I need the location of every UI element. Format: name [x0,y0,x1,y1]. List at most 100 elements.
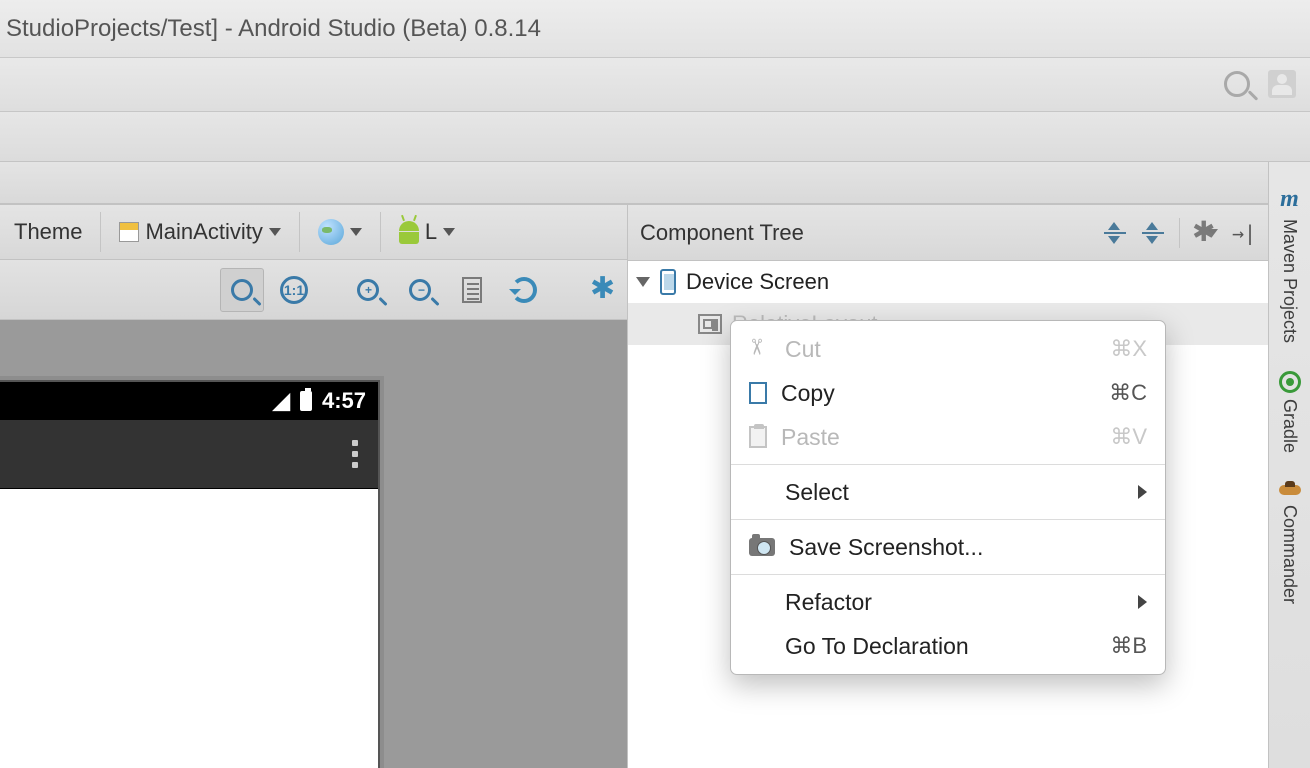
context-paste: Paste ⌘V [731,415,1165,459]
menu-separator [731,519,1165,520]
context-cut: Cut ⌘X [731,327,1165,371]
context-goto-declaration[interactable]: Go To Declaration ⌘B [731,624,1165,668]
zoom-out-icon: − [409,279,431,301]
gear-icon [1194,221,1204,245]
tree-node-label: Device Screen [686,269,829,295]
window-title: StudioProjects/Test] - Android Studio (B… [6,15,541,43]
zoom-fit-button[interactable] [220,268,264,312]
collapse-all-button[interactable] [1141,221,1165,245]
context-paste-shortcut: ⌘V [1110,424,1147,450]
component-tree-title: Component Tree [640,220,804,246]
component-tree-header: Component Tree →| [628,205,1268,261]
separator [100,212,101,252]
commander-label: Commander [1279,505,1300,604]
zoom-actual-button[interactable]: 1:1 [272,268,316,312]
search-icon[interactable] [1224,71,1250,97]
maven-icon: m [1280,186,1299,213]
context-goto-label: Go To Declaration [785,633,1096,660]
activity-swatch-icon [119,222,139,242]
gear-icon [592,277,618,303]
layout-container-icon [698,314,722,334]
context-select-label: Select [785,479,1124,506]
tree-settings-button[interactable] [1194,221,1218,245]
tertiary-toolbar [0,162,1310,204]
separator [1179,218,1180,248]
paste-icon [749,426,767,448]
theme-picker[interactable]: Theme [8,215,88,249]
document-icon [462,277,482,303]
main-toolbar [0,58,1310,112]
context-copy-shortcut: ⌘C [1109,380,1147,406]
tree-node-device-screen[interactable]: Device Screen [628,261,1268,303]
zoom-in-button[interactable]: + [346,268,390,312]
context-screenshot-label: Save Screenshot... [789,534,1147,561]
window-titlebar: StudioProjects/Test] - Android Studio (B… [0,0,1310,58]
hide-panel-button[interactable]: →| [1232,221,1256,245]
camera-icon [749,538,775,556]
separator [380,212,381,252]
context-copy-label: Copy [781,380,1095,407]
context-menu: Cut ⌘X Copy ⌘C Paste ⌘V Select Save Scre… [730,320,1166,675]
menu-separator [731,574,1165,575]
expand-all-icon [1104,222,1126,244]
context-paste-label: Paste [781,424,1096,451]
refresh-button[interactable] [502,268,546,312]
collapse-all-icon [1142,222,1164,244]
expand-all-button[interactable] [1103,221,1127,245]
layout-captions-button[interactable] [450,268,494,312]
gradle-icon [1279,371,1301,393]
context-cut-shortcut: ⌘X [1110,336,1147,362]
chevron-down-icon [269,228,281,236]
cut-icon [749,338,771,360]
device-frame: ◢ 4:57 [0,380,380,768]
activity-label: MainActivity [145,219,262,245]
locale-picker[interactable] [312,215,368,249]
maven-tool-tab[interactable]: m Maven Projects [1279,186,1300,343]
context-screenshot[interactable]: Save Screenshot... [731,525,1165,569]
right-tool-strip: m Maven Projects Gradle Commander [1268,162,1310,768]
overflow-menu-icon[interactable] [352,440,358,468]
zoom-out-button[interactable]: − [398,268,442,312]
render-settings-button[interactable] [583,268,627,312]
one-to-one-icon: 1:1 [280,276,308,304]
zoom-fit-icon [231,279,253,301]
context-select[interactable]: Select [731,470,1165,514]
zoom-in-icon: + [357,279,379,301]
profile-icon[interactable] [1268,70,1296,98]
copy-icon [749,382,767,404]
device-status-bar: ◢ 4:57 [0,382,378,420]
commander-tool-tab[interactable]: Commander [1279,481,1301,604]
status-time: 4:57 [322,388,366,414]
wifi-icon: ◢ [273,388,290,414]
menu-separator [731,464,1165,465]
submenu-arrow-icon [1138,485,1147,499]
chevron-down-icon [443,228,455,236]
api-level-picker[interactable]: L [393,215,461,249]
separator [299,212,300,252]
context-refactor[interactable]: Refactor [731,580,1165,624]
android-icon [399,221,419,244]
context-refactor-label: Refactor [785,589,1124,616]
activity-picker[interactable]: MainActivity [113,215,286,249]
device-icon [660,269,676,295]
secondary-toolbar [0,112,1310,162]
layout-preview-canvas[interactable]: ◢ 4:57 [0,320,628,768]
battery-icon [300,391,312,411]
context-cut-label: Cut [785,336,1096,363]
disclosure-triangle-icon[interactable] [636,277,650,287]
designer-config-toolbar: Theme MainActivity L [0,204,628,260]
submenu-arrow-icon [1138,595,1147,609]
refresh-icon [511,277,537,303]
designer-view-toolbar: 1:1 + − [0,260,628,320]
gradle-label: Gradle [1279,399,1300,453]
chevron-down-icon [350,228,362,236]
globe-icon [318,219,344,245]
context-copy[interactable]: Copy ⌘C [731,371,1165,415]
maven-label: Maven Projects [1279,219,1300,343]
gradle-tool-tab[interactable]: Gradle [1279,371,1301,453]
api-label: L [425,219,437,245]
device-action-bar [0,420,378,488]
theme-label: Theme [14,219,82,245]
device-content-area [0,488,378,768]
context-goto-shortcut: ⌘B [1110,633,1147,659]
